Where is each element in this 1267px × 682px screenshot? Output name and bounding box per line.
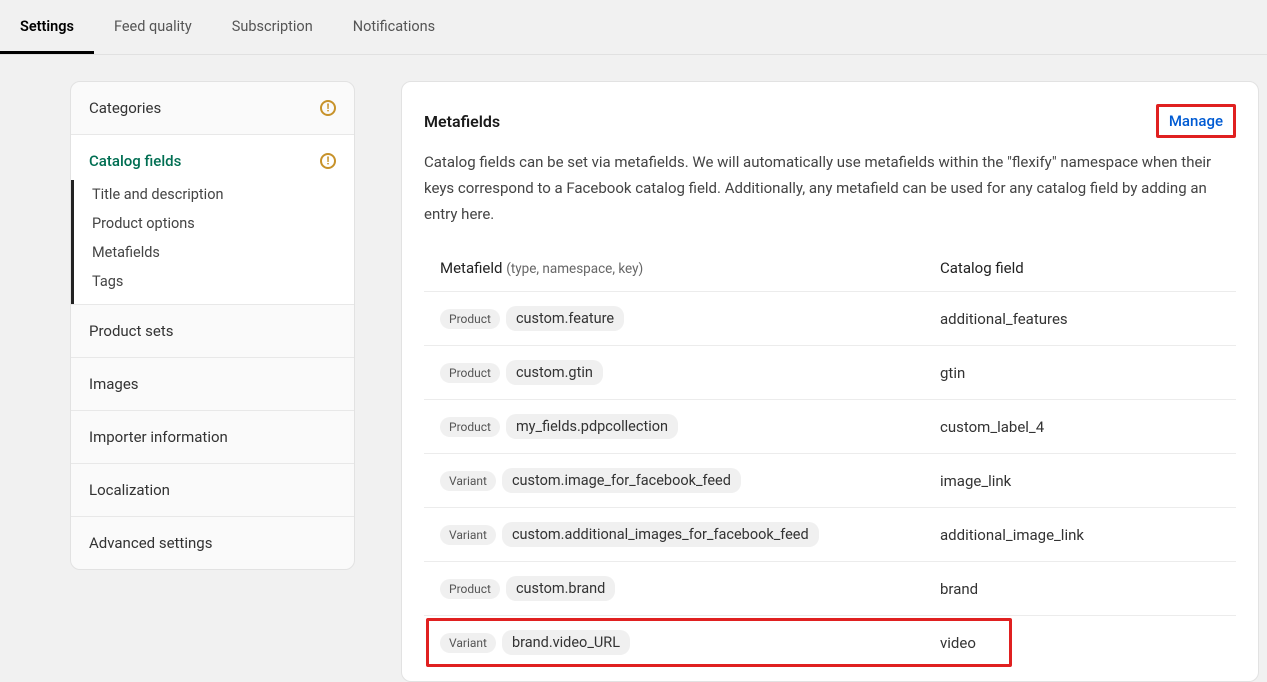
table-row[interactable]: Product custom.brand brand xyxy=(424,561,1236,615)
sidebar-sub-metafields[interactable]: Metafields xyxy=(74,238,354,267)
tab-settings[interactable]: Settings xyxy=(0,0,94,54)
table-row[interactable]: Variant brand.video_URL video xyxy=(424,615,1236,669)
sidebar-item-product-sets[interactable]: Product sets xyxy=(71,305,354,358)
metafield-type-pill: Variant xyxy=(440,633,496,653)
table-row[interactable]: Variant custom.additional_images_for_face… xyxy=(424,507,1236,561)
sidebar-item-advanced-settings[interactable]: Advanced settings xyxy=(71,517,354,569)
sidebar-item-catalog-fields[interactable]: Catalog fields xyxy=(71,135,354,180)
warning-icon xyxy=(320,153,336,169)
sidebar-item-label: Categories xyxy=(89,99,161,117)
row-metafield-cell: Product custom.brand xyxy=(440,576,940,601)
metafield-key-pill: custom.image_for_facebook_feed xyxy=(502,468,741,493)
tab-notifications[interactable]: Notifications xyxy=(333,0,455,54)
table-header-left-label: Metafield xyxy=(440,259,503,277)
row-catalog-cell: gtin xyxy=(940,364,1220,382)
main: Metafields Manage Catalog fields can be … xyxy=(401,81,1259,682)
sidebar-sub-wrap: Title and descriptionProduct optionsMeta… xyxy=(71,180,354,304)
sidebar-group-catalog-fields: Catalog fields Title and descriptionProd… xyxy=(71,135,354,305)
card-title: Metafields xyxy=(424,112,500,131)
card-description: Catalog fields can be set via metafields… xyxy=(424,150,1236,227)
row-metafield-cell: Product my_fields.pdpcollection xyxy=(440,414,940,439)
sidebar-item-categories[interactable]: Categories xyxy=(71,82,354,135)
sidebar: Categories Catalog fields Title and desc… xyxy=(70,81,355,682)
content: Categories Catalog fields Title and desc… xyxy=(0,55,1267,682)
metafield-key-pill: my_fields.pdpcollection xyxy=(506,414,678,439)
metafield-key-pill: custom.gtin xyxy=(506,360,603,385)
sidebar-item-label: Product sets xyxy=(89,322,174,340)
card-header: Metafields Manage xyxy=(424,104,1236,138)
metafield-type-pill: Product xyxy=(440,417,500,437)
metafields-card: Metafields Manage Catalog fields can be … xyxy=(401,81,1259,682)
sidebar-item-label: Importer information xyxy=(89,428,228,446)
sidebar-item-label: Advanced settings xyxy=(89,534,212,552)
sidebar-item-importer-information[interactable]: Importer information xyxy=(71,411,354,464)
sidebar-sub-product-options[interactable]: Product options xyxy=(74,209,354,238)
row-metafield-cell: Product custom.feature xyxy=(440,306,940,331)
metafield-key-pill: brand.video_URL xyxy=(502,630,630,655)
sidebar-item-label: Localization xyxy=(89,481,170,499)
table-header-metafield: Metafield (type, namespace, key) xyxy=(440,259,940,277)
metafield-type-pill: Product xyxy=(440,309,500,329)
metafields-table: Metafield (type, namespace, key) Catalog… xyxy=(424,251,1236,669)
row-catalog-cell: brand xyxy=(940,580,1220,598)
table-row[interactable]: Product custom.gtin gtin xyxy=(424,345,1236,399)
tab-feed-quality[interactable]: Feed quality xyxy=(94,0,212,54)
row-catalog-cell: image_link xyxy=(940,472,1220,490)
row-metafield-cell: Variant brand.video_URL xyxy=(440,630,940,655)
table-row[interactable]: Variant custom.image_for_facebook_feed ima… xyxy=(424,453,1236,507)
warning-icon xyxy=(320,100,336,116)
metafield-key-pill: custom.additional_images_for_facebook_fe… xyxy=(502,522,819,547)
tabs-bar: SettingsFeed qualitySubscriptionNotifica… xyxy=(0,0,1267,55)
metafield-type-pill: Product xyxy=(440,579,500,599)
row-metafield-cell: Product custom.gtin xyxy=(440,360,940,385)
row-catalog-cell: custom_label_4 xyxy=(940,418,1220,436)
metafield-key-pill: custom.brand xyxy=(506,576,615,601)
table-header: Metafield (type, namespace, key) Catalog… xyxy=(424,251,1236,291)
sidebar-item-localization[interactable]: Localization xyxy=(71,464,354,517)
table-header-left-hint: (type, namespace, key) xyxy=(506,261,643,277)
sidebar-sub-title-and-description[interactable]: Title and description xyxy=(74,180,354,209)
tab-subscription[interactable]: Subscription xyxy=(212,0,333,54)
sidebar-item-images[interactable]: Images xyxy=(71,358,354,411)
sidebar-item-label: Catalog fields xyxy=(89,152,181,170)
sidebar-item-label: Images xyxy=(89,375,139,393)
sidebar-sub-tags[interactable]: Tags xyxy=(74,267,354,304)
metafield-type-pill: Variant xyxy=(440,525,496,545)
table-row[interactable]: Product custom.feature additional_features xyxy=(424,291,1236,345)
metafield-key-pill: custom.feature xyxy=(506,306,624,331)
row-catalog-cell: additional_features xyxy=(940,310,1220,328)
manage-button[interactable]: Manage xyxy=(1156,104,1236,138)
table-header-catalog: Catalog field xyxy=(940,259,1220,277)
row-catalog-cell: video xyxy=(940,634,1220,652)
row-catalog-cell: additional_image_link xyxy=(940,526,1220,544)
sidebar-panel: Categories Catalog fields Title and desc… xyxy=(70,81,355,570)
metafield-type-pill: Product xyxy=(440,363,500,383)
row-metafield-cell: Variant custom.additional_images_for_face… xyxy=(440,522,940,547)
table-row[interactable]: Product my_fields.pdpcollection custom_lab… xyxy=(424,399,1236,453)
metafield-type-pill: Variant xyxy=(440,471,496,491)
row-metafield-cell: Variant custom.image_for_facebook_feed xyxy=(440,468,940,493)
